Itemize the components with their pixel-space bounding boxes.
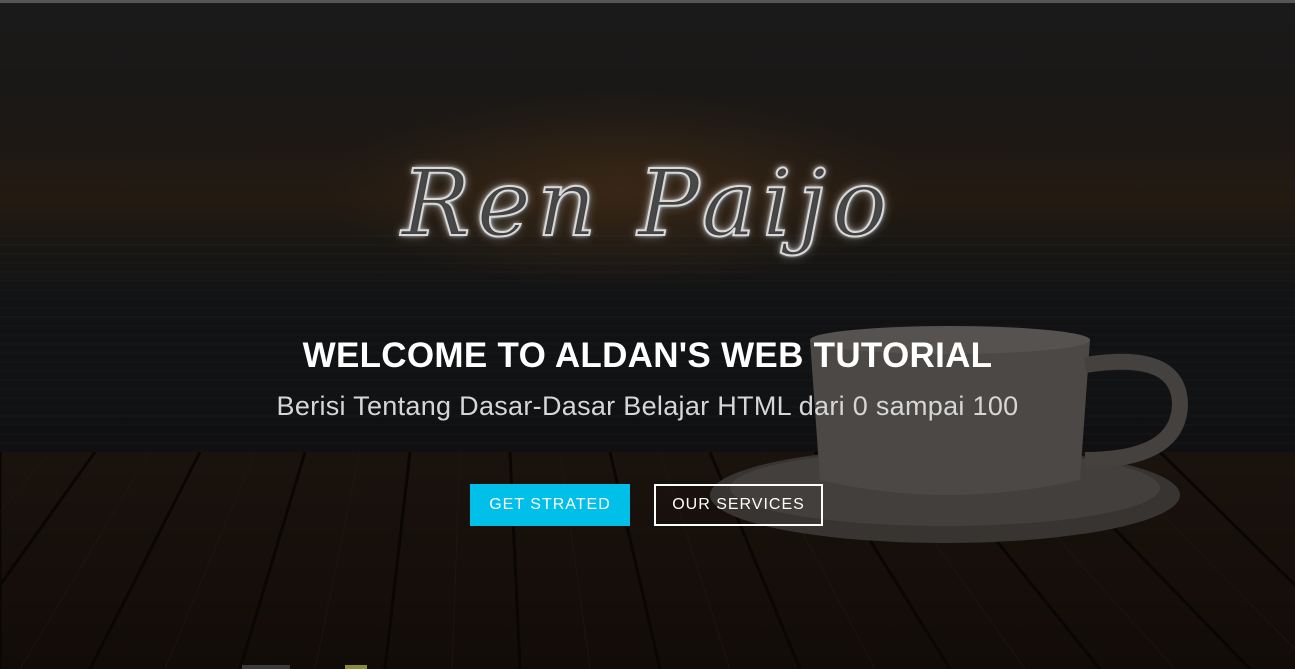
dark-overlay bbox=[0, 0, 1295, 669]
brand-logo: Ren Paijo bbox=[400, 149, 894, 258]
hero-title: WELCOME TO ALDAN'S WEB TUTORIAL bbox=[302, 336, 993, 375]
top-border bbox=[0, 0, 1295, 3]
get-started-button[interactable]: GET STRATED bbox=[470, 484, 630, 526]
hero-subtitle: Berisi Tentang Dasar-Dasar Belajar HTML … bbox=[276, 391, 1019, 421]
bottom-strip-right bbox=[345, 665, 367, 669]
our-services-button[interactable]: OUR SERVICES bbox=[654, 484, 823, 526]
bottom-strip-left bbox=[242, 665, 290, 669]
hero-section: Ren Paijo WELCOME TO ALDAN'S WEB TUTORIA… bbox=[0, 0, 1295, 669]
